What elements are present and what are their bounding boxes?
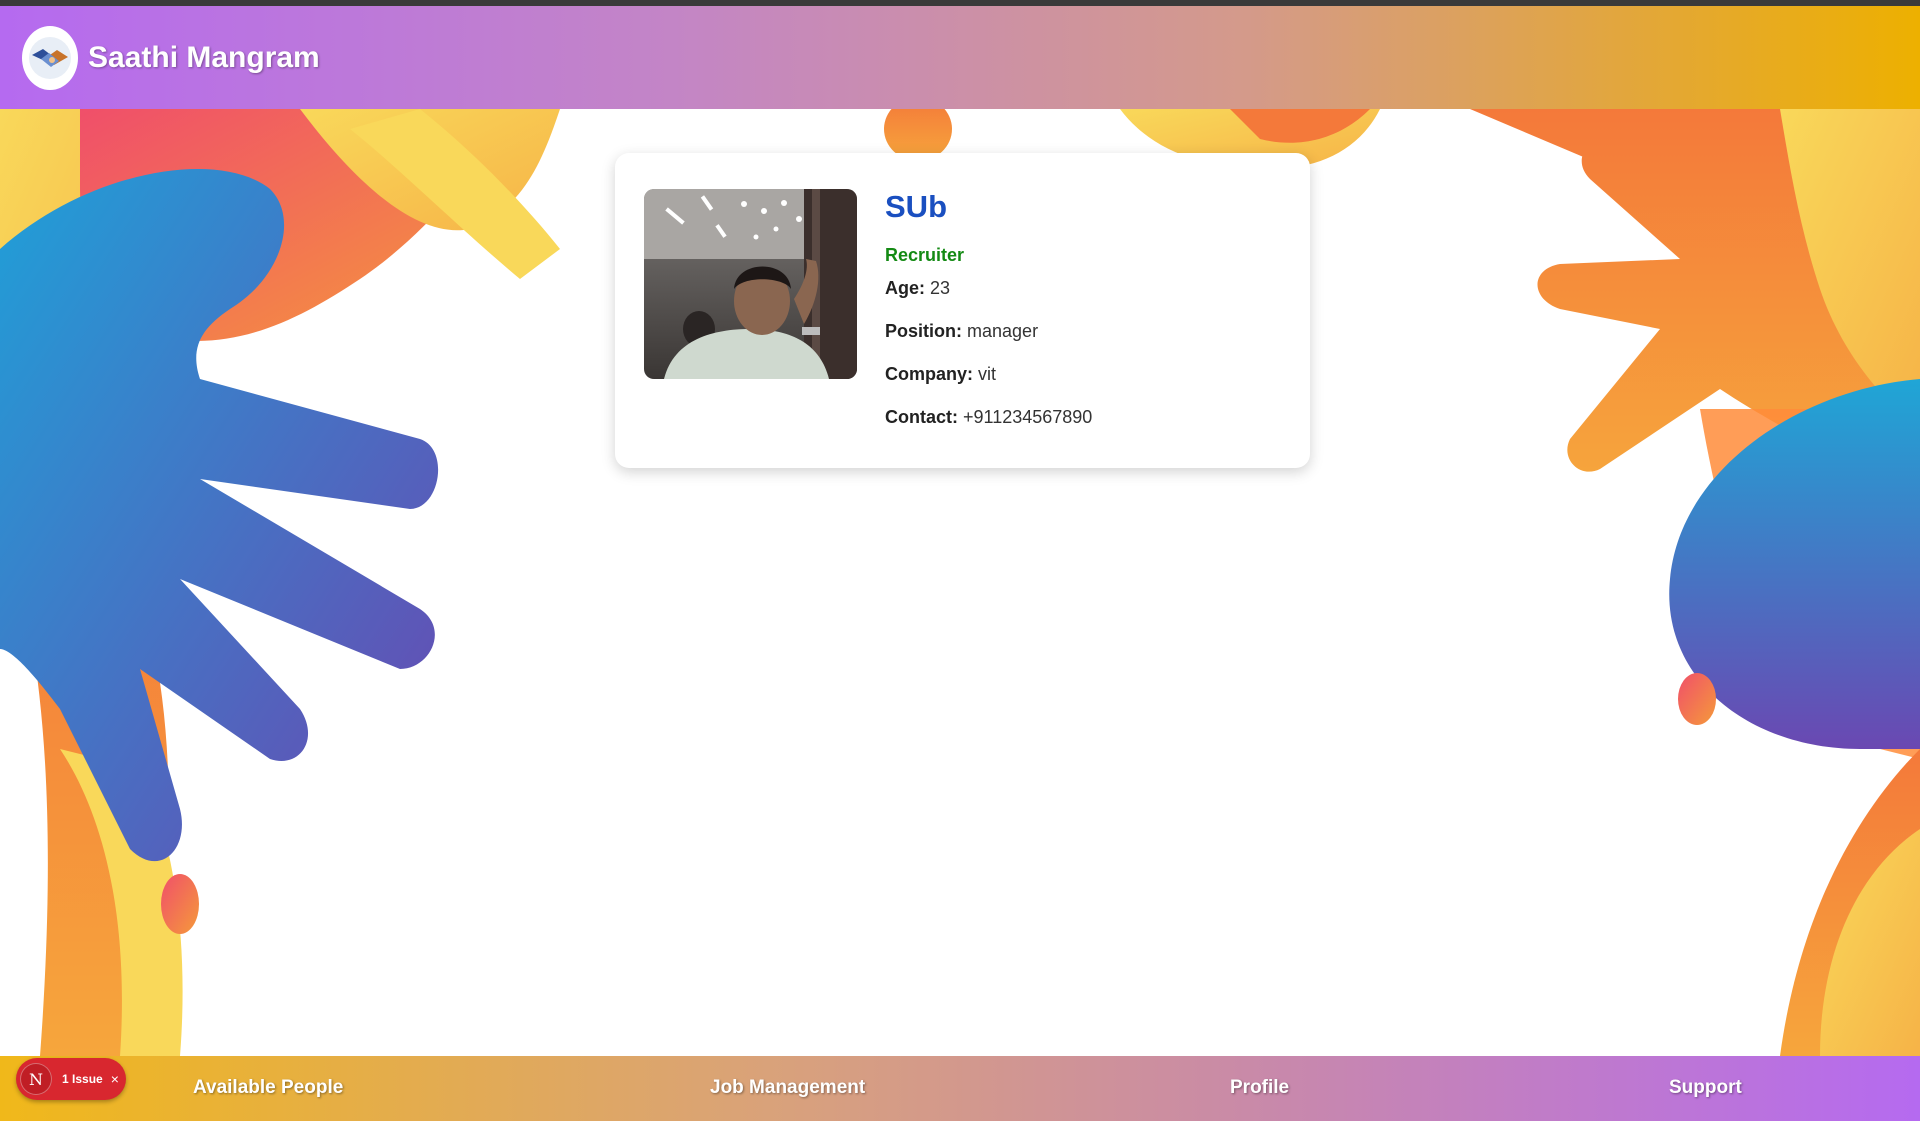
nav-support[interactable]: Support [1669,1077,1742,1099]
profile-name: SUb [885,189,947,224]
age-label: Age: [885,278,925,298]
nav-job-management[interactable]: Job Management [710,1077,865,1099]
position-value: manager [967,321,1039,341]
issue-count: 1 Issue [62,1072,103,1086]
contact-label: Contact: [885,407,958,427]
contact-value: +911234567890 [963,407,1093,427]
app-logo[interactable] [22,25,78,90]
bottom-nav: Available People Job Management Profile … [0,1056,1920,1121]
age-value: 23 [930,278,951,298]
company-label: Company: [885,364,974,384]
profile-card: SUb Recruiter Age: 23 Position: manager … [615,153,1310,468]
profile-role: Recruiter [885,245,965,265]
issue-badge[interactable]: N 1 Issue × [16,1058,126,1100]
company-value: vit [978,364,997,384]
profile-position: Position: manager [885,321,1092,342]
profile-photo [644,189,857,379]
nav-available-people[interactable]: Available People [193,1077,343,1099]
position-label: Position: [885,321,962,341]
handshake-icon [29,36,71,79]
profile-info: SUb Recruiter Age: 23 Position: manager … [885,189,1092,428]
next-logo-icon: N [20,1063,52,1095]
nav-profile[interactable]: Profile [1230,1077,1289,1099]
app-title: Saathi Mangram [88,40,320,74]
profile-company: Company: vit [885,364,1092,385]
close-icon[interactable]: × [111,1071,119,1087]
app-header: Saathi Mangram [0,6,1920,109]
profile-age: Age: 23 [885,278,1092,299]
profile-contact: Contact: +911234567890 [885,407,1092,428]
